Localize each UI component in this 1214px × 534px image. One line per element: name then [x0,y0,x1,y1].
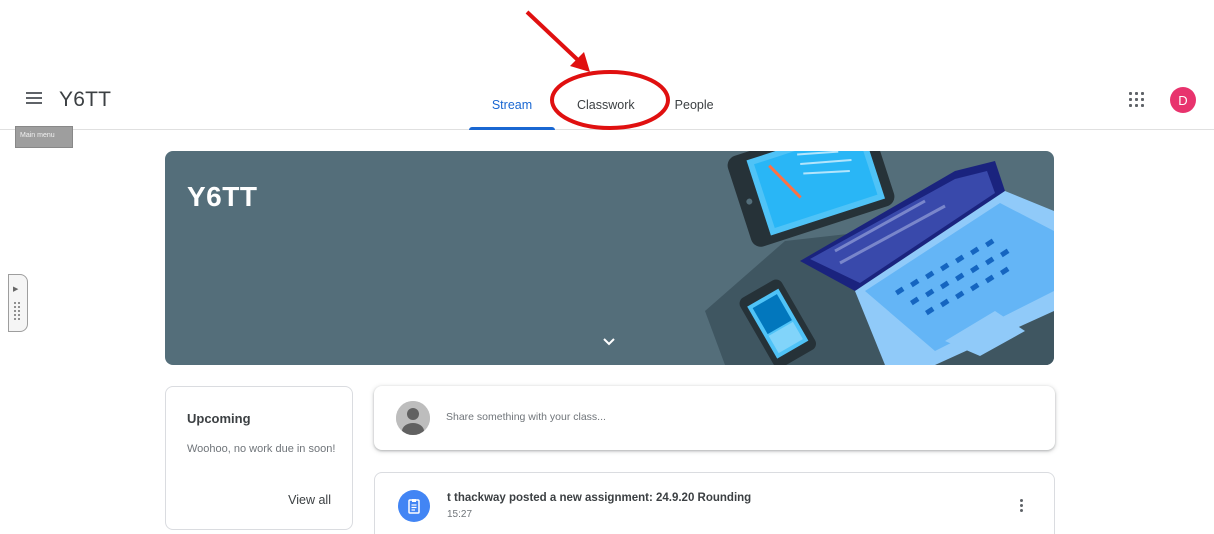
side-panel-handle[interactable]: ▶ [8,274,28,332]
more-options-icon[interactable] [1015,497,1027,517]
apps-grid-icon[interactable] [1128,91,1146,109]
user-avatar-icon [396,401,430,435]
chevron-down-icon[interactable] [601,333,617,349]
view-all-link[interactable]: View all [288,493,331,507]
top-app-bar: Y6TT Stream Classwork People D [0,0,1214,130]
assignment-icon[interactable] [398,490,430,522]
banner-class-title: Y6TT [187,181,258,212]
tab-people[interactable]: People [657,80,724,130]
tab-stream[interactable]: Stream [469,80,555,130]
upcoming-message: Woohoo, no work due in soon! [187,443,336,455]
stream-post[interactable]: t thackway posted a new assignment: 24.9… [374,472,1055,534]
post-timestamp: 15:27 [447,509,473,520]
tab-bar: Stream Classwork People [469,80,724,130]
hamburger-menu-icon[interactable] [22,89,46,111]
expand-arrow-icon: ▶ [13,286,19,293]
tab-classwork[interactable]: Classwork [555,80,657,130]
drag-dots-icon [13,301,21,321]
share-with-class-box[interactable]: Share something with your class... [374,386,1055,450]
class-title[interactable]: Y6TT [59,88,111,112]
share-placeholder: Share something with your class... [446,411,606,423]
upcoming-title: Upcoming [187,411,251,426]
upcoming-card: Upcoming Woohoo, no work due in soon! Vi… [165,386,353,530]
post-title[interactable]: t thackway posted a new assignment: 24.9… [447,492,751,504]
account-avatar[interactable]: D [1170,87,1196,113]
class-banner: Y6TT [165,151,1054,365]
main-menu-tooltip: Main menu [15,126,73,148]
